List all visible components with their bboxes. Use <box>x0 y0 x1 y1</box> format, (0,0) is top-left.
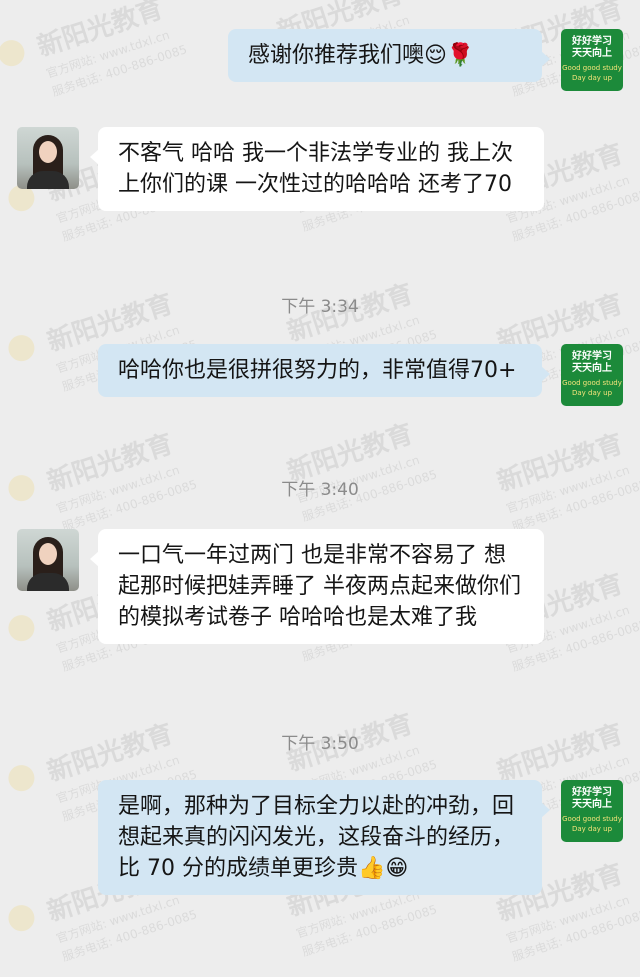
self-avatar[interactable]: 好好学习 天天向上 Good good study Day day up <box>561 344 623 406</box>
avatar-text: 好好学习 <box>572 351 612 362</box>
avatar-text: Day day up <box>571 74 613 82</box>
message-bubble-self[interactable]: 感谢你推荐我们噢😌🌹 <box>228 29 550 82</box>
avatar-text: Good good study <box>562 815 622 823</box>
contact-avatar[interactable] <box>17 529 79 591</box>
message-bubble-self[interactable]: 是啊，那种为了目标全力以赴的冲劲，回想起来真的闪闪发光，这段奋斗的经历，比 70… <box>98 780 550 895</box>
avatar-text: Day day up <box>571 389 613 397</box>
avatar-text: Good good study <box>562 379 622 387</box>
avatar-text: 好好学习 <box>572 787 612 798</box>
avatar-text: Day day up <box>571 825 613 833</box>
message-bubble-other[interactable]: 一口气一年过两门 也是非常不容易了 想起那时候把娃弄睡了 半夜两点起来做你们的模… <box>90 529 544 644</box>
avatar-text: Good good study <box>562 64 622 72</box>
contact-avatar[interactable] <box>17 127 79 189</box>
message-bubble-other[interactable]: 不客气 哈哈 我一个非法学专业的 我上次上你们的课 一次性过的哈哈哈 还考了70 <box>90 127 544 211</box>
avatar-text: 天天向上 <box>572 799 612 810</box>
self-avatar[interactable]: 好好学习 天天向上 Good good study Day day up <box>561 780 623 842</box>
self-avatar[interactable]: 好好学习 天天向上 Good good study Day day up <box>561 29 623 91</box>
timestamp: 下午 3:40 <box>281 480 359 500</box>
avatar-text: 好好学习 <box>572 36 612 47</box>
timestamp: 下午 3:50 <box>281 734 359 754</box>
timestamp: 下午 3:34 <box>281 297 359 317</box>
message-list[interactable]: 感谢你推荐我们噢😌🌹 好好学习 天天向上 Good good study Day… <box>0 0 640 967</box>
avatar-text: 天天向上 <box>572 363 612 374</box>
avatar-text: 天天向上 <box>572 48 612 59</box>
message-bubble-self[interactable]: 哈哈你也是很拼很努力的，非常值得70+ <box>98 344 550 397</box>
